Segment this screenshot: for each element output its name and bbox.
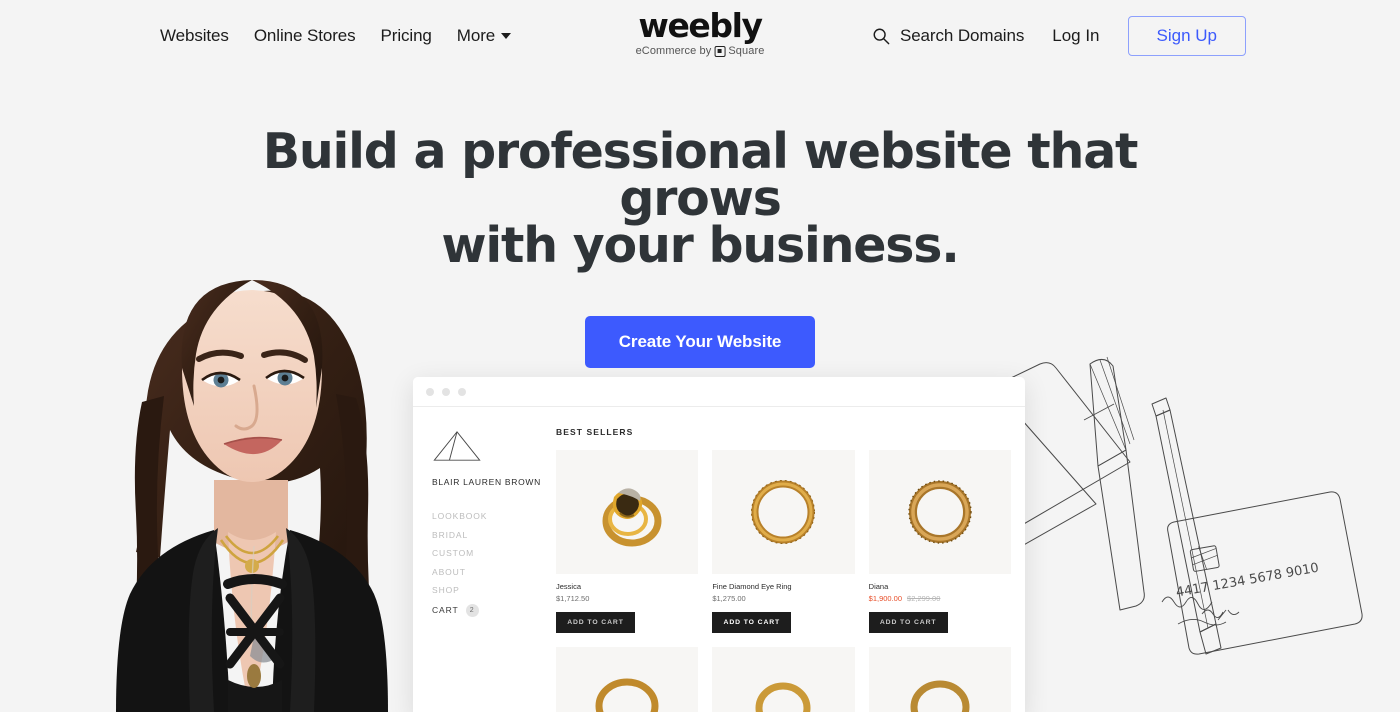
product-name: Jessica [556,582,582,591]
store-nav-item-shop[interactable]: SHOP [432,585,556,595]
product-card[interactable] [556,647,699,712]
product-image [712,450,855,574]
headline-line-1: Build a professional website that grows [262,123,1139,227]
ring-photo-row2-b-icon [755,682,811,712]
page-title: Build a professional website that grows … [250,127,1150,270]
hero-section: Build a professional website that grows … [0,127,1400,368]
product-grid: Jessica $1,712.50 ADD TO CART Fine Diamo… [556,450,1011,712]
search-domains-label: Search Domains [899,26,1025,45]
nav-item-more[interactable]: More [456,26,512,46]
logo-tagline: eCommerce by Square [636,45,765,57]
add-to-cart-button[interactable]: ADD TO CART [556,612,635,633]
product-price: $1,712.50 [556,594,590,603]
store-nav-item-about[interactable]: ABOUT [432,567,556,577]
store-nav-item-bridal[interactable]: BRIDAL [432,530,556,540]
product-card[interactable] [868,647,1011,712]
product-image [556,647,699,712]
search-domains-button[interactable]: Search Domains [872,26,1024,46]
cart-count-badge: 2 [465,603,479,617]
add-to-cart-button[interactable]: ADD TO CART [868,612,948,633]
ring-photo-row2-c-icon [910,680,970,712]
logo-tagline-suffix: Square [728,45,765,57]
product-card[interactable]: Diana $1,900.00 $2,299.00 ADD TO CART [868,450,1011,633]
svg-text:4417 1234 5678 9010: 4417 1234 5678 9010 [1175,561,1320,601]
signup-button[interactable]: Sign Up [1127,16,1246,56]
product-name: Fine Diamond Eye Ring [712,582,792,591]
store-content: BEST SELLERS Jessica $1,712.50 ADD TO CA… [556,407,1025,712]
logo-tagline-prefix: eCommerce by [635,45,712,57]
ring-photo-fine-diamond-eye-icon [751,480,816,544]
desk-line-illustration: 4417 1234 5678 9010 [980,356,1363,655]
browser-mockup: BLAIR LAUREN BROWN LOOKBOOK BRIDAL CUSTO… [413,377,1025,712]
nav-item-pricing[interactable]: Pricing [381,26,432,46]
section-title-best-sellers: BEST SELLERS [556,427,634,437]
search-icon [873,28,890,45]
logo-wordmark: weebly [638,6,763,45]
triangle-logo-icon [433,431,481,461]
window-dot-close-icon [426,387,434,396]
product-card[interactable]: Jessica $1,712.50 ADD TO CART [556,450,699,633]
store-nav-item-cart[interactable]: CART 2 [432,603,556,617]
window-dot-minimize-icon [442,387,450,396]
product-sale-price: $1,900.00 [868,594,903,603]
product-image [868,647,1011,712]
page-root: Websites Online Stores Pricing More weeb… [0,0,1400,712]
headline-line-2: with your business. [441,217,960,274]
product-image [712,647,855,712]
store-brand-name: BLAIR LAUREN BROWN [432,477,541,487]
browser-title-bar [413,377,1025,407]
weebly-logo[interactable]: weebly eCommerce by Square [636,6,765,58]
nav-item-websites[interactable]: Websites [160,26,229,46]
site-header: Websites Online Stores Pricing More weeb… [0,0,1400,72]
window-dot-maximize-icon [458,387,466,396]
add-to-cart-button[interactable]: ADD TO CART [712,612,792,633]
square-logo-icon [714,45,726,57]
header-actions: Search Domains Log In Sign Up [872,16,1246,56]
chevron-down-icon [501,33,512,39]
product-image [868,450,1011,574]
nav-item-more-label: More [456,26,496,45]
primary-nav: Websites Online Stores Pricing More [160,26,512,46]
store-nav-item-lookbook[interactable]: LOOKBOOK [432,511,556,521]
nav-item-online-stores[interactable]: Online Stores [254,26,356,46]
create-your-website-button[interactable]: Create Your Website [584,316,816,368]
product-name: Diana [868,582,889,591]
ring-photo-jessica-icon [602,488,662,547]
store-sidebar: BLAIR LAUREN BROWN LOOKBOOK BRIDAL CUSTO… [413,407,556,712]
ring-photo-diana-icon [908,480,972,544]
store-nav: LOOKBOOK BRIDAL CUSTOM ABOUT SHOP CART 2 [432,511,556,617]
store-preview: BLAIR LAUREN BROWN LOOKBOOK BRIDAL CUSTO… [413,407,1025,712]
product-price: $1,900.00 $2,299.00 [869,594,1011,603]
ring-photo-row2-a-icon [595,678,659,712]
product-original-price: $2,299.00 [907,594,941,603]
store-nav-item-custom[interactable]: CUSTOM [432,548,556,558]
login-link[interactable]: Log In [1052,26,1099,46]
product-price: $1,275.00 [712,594,746,603]
product-card[interactable]: Fine Diamond Eye Ring $1,275.00 ADD TO C… [712,450,855,633]
store-nav-item-cart-label: CART [432,605,459,615]
product-card[interactable] [712,647,855,712]
product-image [556,450,699,574]
